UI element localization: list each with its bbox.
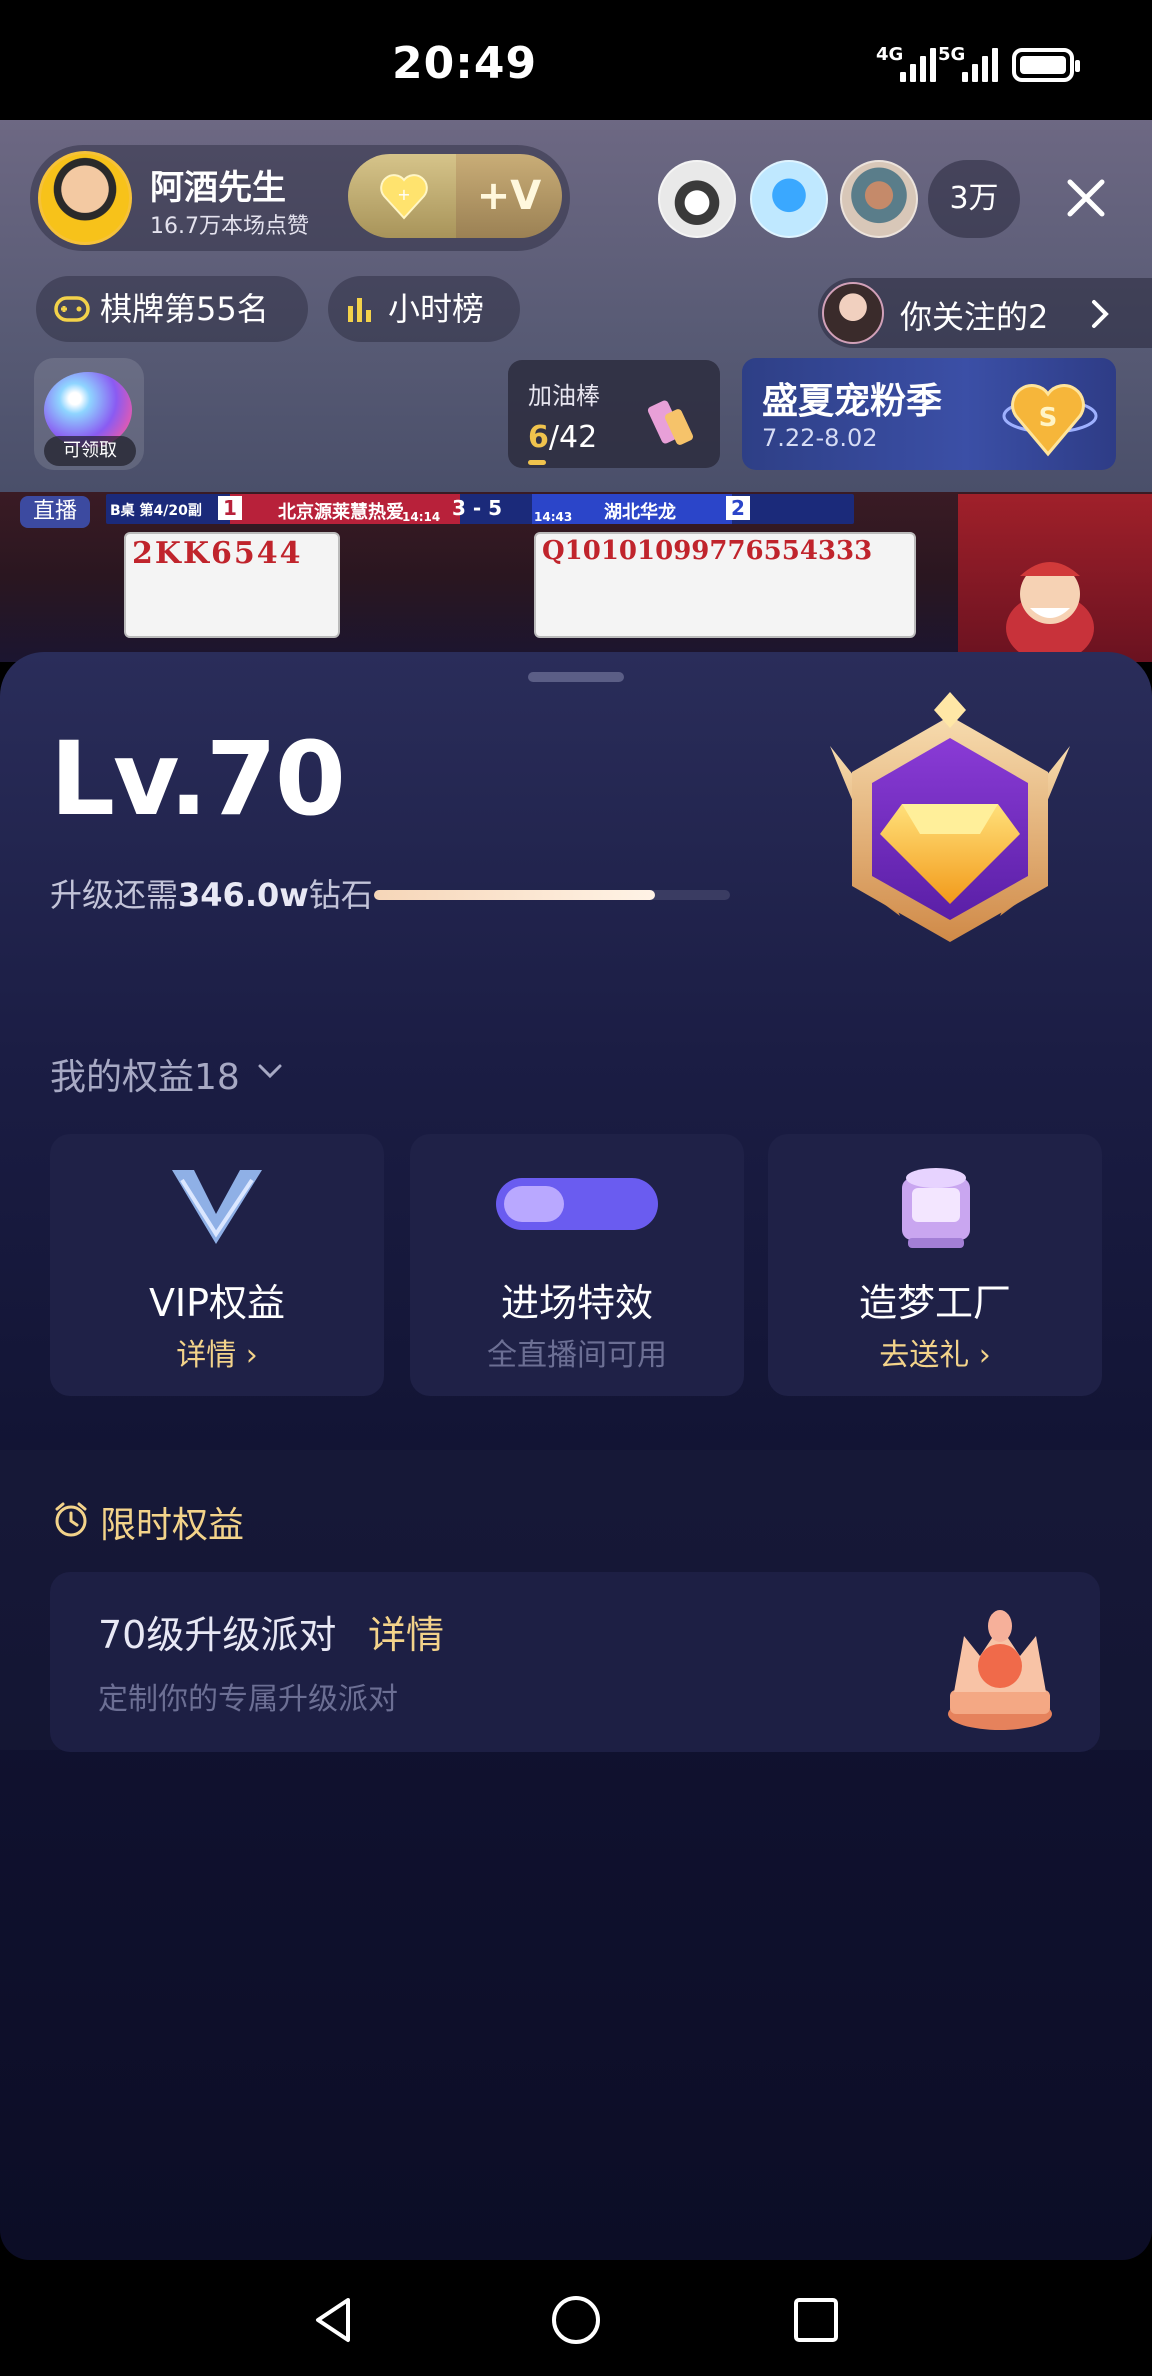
signal-icon	[900, 48, 936, 82]
my-rights-title[interactable]: 我的权益18	[50, 1048, 240, 1100]
alarm-clock-icon	[55, 1502, 87, 1537]
team-right-time: 14:43	[534, 510, 573, 524]
followed-text: 你关注的2	[900, 298, 1049, 336]
recents-icon[interactable]	[788, 2292, 844, 2348]
svg-text:S: S	[1039, 403, 1058, 433]
rank-label: 棋牌第55名	[100, 290, 269, 328]
hourly-rank-chip[interactable]: 小时榜	[328, 276, 520, 342]
party-trophy-icon	[948, 1610, 1052, 1730]
heart-icon: +	[380, 174, 428, 220]
cheer-progress-bar	[528, 460, 546, 465]
entrance-effect-sub: 全直播间可用	[487, 1338, 667, 1373]
viewer-avatar[interactable]	[840, 160, 918, 238]
signal-icon	[962, 48, 998, 82]
team-right-seat: 2	[726, 496, 750, 520]
status-clock: 20:49	[392, 38, 538, 89]
vip-rights-link[interactable]: 详情 ›	[50, 1330, 384, 1374]
team-left-seat: 1	[218, 496, 242, 520]
dream-factory-label: 造梦工厂	[858, 1281, 1011, 1325]
cheer-stick-icon	[647, 400, 694, 445]
player-cards-left: 2KK6544	[124, 532, 340, 638]
sheet-drag-handle[interactable]	[528, 672, 624, 682]
hourly-label: 小时榜	[388, 290, 485, 328]
upgrade-party-title: 70级升级派对	[98, 1613, 337, 1657]
svg-text:+: +	[397, 185, 410, 204]
viewer-avatar[interactable]	[658, 160, 736, 238]
bar-chart-icon	[348, 298, 371, 322]
upgrade-party-detail-link[interactable]: 详情	[368, 1604, 444, 1659]
chevron-down-icon[interactable]	[256, 1062, 284, 1082]
host-likes: 16.7万本场点赞	[150, 214, 309, 239]
rank-chip[interactable]: 棋牌第55名	[36, 276, 308, 342]
mascot-icon	[1006, 562, 1094, 662]
team-left-name: 北京源莱慧热爱	[278, 502, 404, 523]
chevron-right-icon	[1092, 300, 1109, 328]
team-left-time: 14:14	[402, 510, 441, 524]
vip-v-icon	[172, 1170, 262, 1244]
gamepad-icon	[54, 296, 90, 322]
close-icon[interactable]	[1058, 170, 1114, 226]
stage-label: B桌 第4/20副	[110, 503, 202, 519]
player-cards-right: Q10101099776554333	[534, 532, 916, 638]
vip-rights-label: VIP权益	[148, 1281, 286, 1325]
coin-heart-icon: S	[1002, 384, 1098, 457]
user-level: Lv.70	[50, 720, 346, 839]
dream-factory-link[interactable]: 去送礼 ›	[768, 1330, 1102, 1374]
host-avatar[interactable]	[38, 151, 132, 245]
host-name: 阿酒先生	[150, 168, 286, 208]
gift-machine-icon	[902, 1168, 970, 1248]
match-score: 3 - 5	[452, 496, 503, 520]
team-right-name: 湖北华龙	[604, 502, 676, 523]
cheer-progress: 6/42	[528, 420, 598, 455]
battery-icon	[1012, 48, 1080, 82]
followed-avatar	[822, 282, 884, 344]
cheer-title: 加油棒	[528, 382, 600, 410]
entrance-effect-label: 进场特效	[500, 1281, 653, 1325]
limited-rights-title: 限时权益	[100, 1505, 245, 1546]
live-tag: 直播	[20, 496, 90, 528]
effect-toggle-icon	[496, 1178, 658, 1230]
home-icon[interactable]	[548, 2292, 604, 2348]
upgrade-party-desc: 定制你的专属升级派对	[98, 1682, 398, 1717]
vip-button[interactable]: +V	[456, 154, 562, 238]
viewer-avatar[interactable]	[750, 160, 828, 238]
back-icon[interactable]	[306, 2292, 362, 2348]
level-progress-fill	[374, 890, 655, 900]
summer-event-title: 盛夏宠粉季	[762, 381, 943, 422]
upgrade-requirement: 升级还需346.0w钻石	[50, 876, 373, 914]
level-badge-icon	[830, 692, 1070, 942]
claim-label: 可领取	[44, 436, 136, 466]
viewer-count[interactable]: 3万	[928, 160, 1020, 238]
summer-event-dates: 7.22-8.02	[762, 424, 878, 452]
